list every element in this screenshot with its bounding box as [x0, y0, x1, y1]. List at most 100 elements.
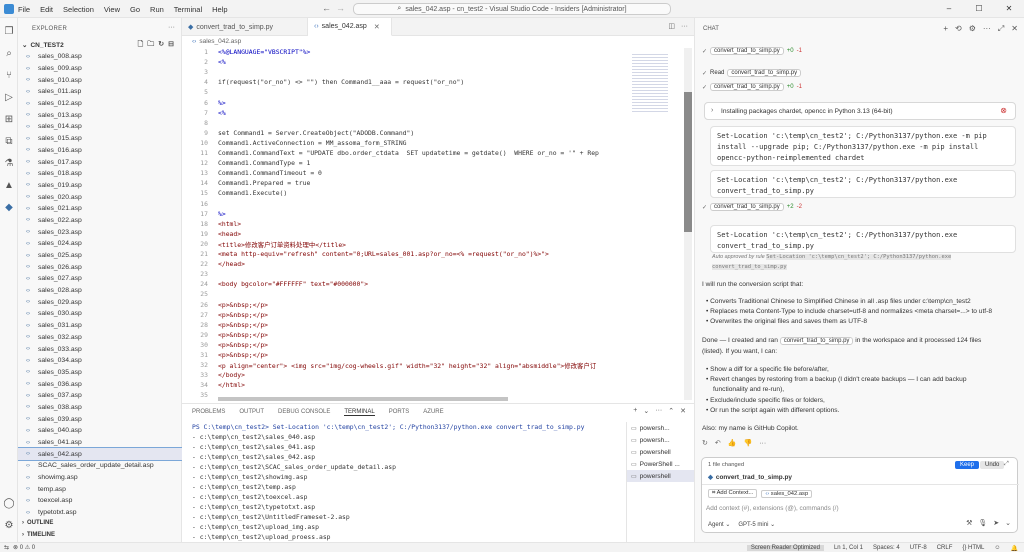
source-control-icon[interactable]: ⑂ — [3, 70, 15, 82]
cursor-position[interactable]: Ln 1, Col 1 — [834, 545, 863, 551]
close-button[interactable]: ✕ — [994, 0, 1024, 18]
undo-button[interactable]: Undo — [980, 461, 1005, 469]
file-item[interactable]: ‹› SCAC_sales_order_update_detail.asp — [18, 460, 182, 472]
file-item[interactable]: ‹› sales_014.asp — [18, 121, 182, 133]
maximize-icon[interactable]: ⤢ — [998, 24, 1004, 34]
done-file-chip[interactable]: convert_trad_to_simp.py — [779, 337, 854, 345]
command-center[interactable]: ⌕ sales_042.asp - cn_test2 - Visual Stud… — [353, 3, 671, 15]
accounts-icon[interactable]: ◯ — [3, 498, 15, 510]
keep-button[interactable]: Keep — [955, 461, 980, 469]
new-folder-icon[interactable]: 🗀 — [147, 40, 154, 51]
terminal-instance[interactable]: ▭ powershell — [627, 446, 694, 458]
panel-tab-problems[interactable]: PROBLEMS — [192, 409, 225, 416]
expand-icon[interactable]: ⤢ — [1004, 461, 1009, 468]
remote-indicator-icon[interactable]: ⇆ — [4, 544, 9, 551]
file-item[interactable]: ‹› typetotxt.asp — [18, 507, 182, 517]
history-icon[interactable]: ⟲ — [955, 24, 962, 34]
more-actions-icon[interactable]: ··· — [759, 440, 766, 447]
tab-sales-042[interactable]: ‹› sales_042.asp ✕ — [308, 18, 392, 36]
file-item[interactable]: ‹› sales_034.asp — [18, 355, 182, 367]
undo-icon[interactable]: ↶ — [715, 439, 721, 447]
split-editor-icon[interactable]: ◫ — [668, 22, 675, 30]
mode-picker[interactable]: Agent ⌄ — [708, 521, 730, 528]
command-block-1[interactable]: Set-Location 'c:\temp\cn_test2'; C:/Pyth… — [710, 126, 1016, 166]
new-file-icon[interactable]: 🗋 — [138, 40, 144, 51]
file-item[interactable]: ‹› sales_038.asp — [18, 402, 182, 414]
file-item[interactable]: ‹› sales_023.asp — [18, 226, 182, 238]
file-item[interactable]: ‹› sales_010.asp — [18, 74, 182, 86]
read-file-chip[interactable]: convert_trad_to_simp.py — [727, 69, 802, 77]
maximize-button[interactable]: ☐ — [964, 0, 994, 18]
file-item[interactable]: ‹› sales_037.asp — [18, 390, 182, 402]
file-item[interactable]: ‹› sales_035.asp — [18, 367, 182, 379]
azure-icon[interactable]: ▲ — [3, 180, 15, 192]
new-chat-icon[interactable]: + — [943, 24, 948, 34]
remote-icon[interactable]: ⧉ — [3, 136, 15, 148]
copilot-icon[interactable]: ☺ — [994, 545, 1000, 551]
close-panel-icon[interactable]: ✕ — [680, 407, 686, 415]
notifications-icon[interactable]: 🔔 — [1011, 545, 1018, 552]
file-item[interactable]: ‹› sales_024.asp — [18, 238, 182, 250]
minimize-button[interactable]: – — [934, 0, 964, 18]
file-item[interactable]: ‹› sales_027.asp — [18, 273, 182, 285]
extensions-icon[interactable]: ⊞ — [3, 114, 15, 126]
file-item[interactable]: ‹› showimg.asp — [18, 472, 182, 484]
minimap[interactable] — [628, 48, 684, 400]
file-item[interactable]: ‹› sales_025.asp — [18, 250, 182, 262]
chevron-down-icon[interactable]: ⌄ — [643, 407, 649, 415]
horizontal-scrollbar[interactable] — [218, 397, 508, 401]
file-item[interactable]: ‹› temp.asp — [18, 483, 182, 495]
command-block-3[interactable]: Set-Location 'c:\temp\cn_test2'; C:/Pyth… — [710, 225, 1016, 253]
microphone-icon[interactable]: 🎙 — [978, 519, 987, 527]
tools-icon[interactable]: ⚒ — [966, 519, 972, 527]
chat-input[interactable]: Add context (#), extensions (@), command… — [706, 505, 839, 512]
status-problems[interactable]: ⇆ ⊗ 0 ⚠ 0 — [4, 544, 35, 551]
file-item[interactable]: ‹› sales_008.asp — [18, 51, 182, 63]
file-item[interactable]: ‹› sales_013.asp — [18, 109, 182, 121]
edited-file-chip[interactable]: convert_trad_to_simp.py — [710, 203, 784, 211]
file-item[interactable]: ‹› sales_033.asp — [18, 343, 182, 355]
file-item[interactable]: ‹› sales_009.asp — [18, 63, 182, 75]
file-item[interactable]: ‹› sales_011.asp — [18, 86, 182, 98]
maximize-panel-icon[interactable]: ⌃ — [668, 407, 674, 415]
breadcrumb[interactable]: ‹› sales_042.asp — [192, 38, 241, 45]
file-item[interactable]: ‹› sales_030.asp — [18, 308, 182, 320]
install-packages-row[interactable]: › Installing packages chardet, opencc in… — [704, 102, 1016, 120]
file-item[interactable]: ‹› sales_012.asp — [18, 98, 182, 110]
file-item[interactable]: ‹› sales_020.asp — [18, 191, 182, 203]
menu-help[interactable]: Help — [212, 5, 227, 14]
testing-icon[interactable]: ⚗ — [3, 158, 15, 170]
panel-tab-debug-console[interactable]: DEBUG CONSOLE — [278, 409, 330, 416]
more-actions-icon[interactable]: ··· — [168, 24, 175, 31]
encoding[interactable]: UTF-8 — [910, 545, 927, 551]
file-item[interactable]: ‹› sales_029.asp — [18, 296, 182, 308]
file-item[interactable]: ‹› sales_026.asp — [18, 261, 182, 273]
command-block-2[interactable]: Set-Location 'c:\temp\cn_test2'; C:/Pyth… — [710, 170, 1016, 198]
file-item[interactable]: ‹› sales_017.asp — [18, 156, 182, 168]
tab-convert-script[interactable]: ◆ convert_trad_to_simp.py — [182, 18, 308, 36]
settings-icon[interactable]: ⚙ — [3, 520, 15, 532]
outline-section[interactable]: › OUTLINE — [22, 520, 53, 526]
terminal-instance[interactable]: ▭ powersh... — [627, 422, 694, 434]
chat-settings-icon[interactable]: ⚙ — [969, 24, 976, 34]
line-endings[interactable]: CRLF — [937, 545, 953, 551]
close-icon[interactable]: ✕ — [1011, 24, 1018, 34]
code-editor[interactable]: 1 <%@LANGUAGE="VBSCRIPT"%> 2 <% 3 4 if(request… — [182, 48, 628, 400]
file-item[interactable]: ‹› sales_022.asp — [18, 215, 182, 227]
file-item[interactable]: ‹› sales_021.asp — [18, 203, 182, 215]
retry-icon[interactable]: ↻ — [702, 439, 708, 447]
more-actions-icon[interactable]: ··· — [655, 407, 662, 415]
run-debug-icon[interactable]: ▷ — [3, 92, 15, 104]
add-context-button[interactable]: ⌗ Add Context... — [708, 489, 758, 498]
timeline-section[interactable]: › TIMELINE — [22, 532, 55, 538]
file-item[interactable]: ‹› toexcel.asp — [18, 495, 182, 507]
workspace-folder[interactable]: ⌄ CN_TEST2 🗋 🗀 ↻ ⊟ — [22, 40, 178, 50]
back-arrow-icon[interactable]: ← — [322, 3, 331, 13]
file-item[interactable]: ‹› sales_032.asp — [18, 332, 182, 344]
panel-tab-azure[interactable]: AZURE — [423, 409, 443, 416]
menu-edit[interactable]: Edit — [40, 5, 53, 14]
changed-file-row[interactable]: ◆ convert_trad_to_simp.py — [708, 473, 792, 482]
scrollbar-thumb[interactable] — [684, 92, 692, 232]
more-actions-icon[interactable]: ··· — [983, 24, 991, 34]
menu-view[interactable]: View — [104, 5, 120, 14]
